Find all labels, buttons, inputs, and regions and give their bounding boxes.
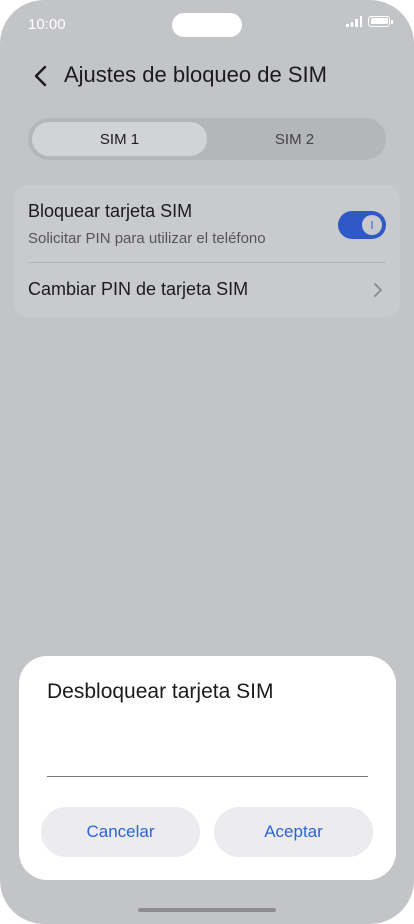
- battery-icon: [368, 15, 393, 27]
- cancel-button[interactable]: Cancelar: [41, 807, 200, 857]
- phone-screen: 10:00 Ajustes de bloqueo de SIM SIM 1 SI…: [0, 0, 414, 924]
- camera-notch: [172, 13, 242, 37]
- pin-input[interactable]: [47, 736, 368, 777]
- sim-selector: SIM 1 SIM 2: [28, 118, 386, 160]
- back-button[interactable]: [28, 62, 56, 90]
- lock-sim-toggle[interactable]: [338, 211, 386, 239]
- settings-card: Bloquear tarjeta SIM Solicitar PIN para …: [14, 185, 400, 317]
- back-arrow-icon: [34, 65, 47, 87]
- tab-sim-2[interactable]: SIM 2: [207, 122, 382, 156]
- status-icons: [346, 15, 393, 27]
- change-pin-row[interactable]: Cambiar PIN de tarjeta SIM: [28, 263, 386, 317]
- page-title: Ajustes de bloqueo de SIM: [64, 62, 327, 87]
- dialog-title: Desbloquear tarjeta SIM: [47, 680, 274, 703]
- home-indicator[interactable]: [138, 908, 276, 912]
- accept-button[interactable]: Aceptar: [214, 807, 373, 857]
- lock-sim-subtitle: Solicitar PIN para utilizar el teléfono: [28, 230, 266, 247]
- signal-icon: [346, 15, 362, 27]
- status-time: 10:00: [28, 16, 66, 33]
- change-pin-title: Cambiar PIN de tarjeta SIM: [28, 279, 249, 299]
- unlock-sim-dialog: Desbloquear tarjeta SIM Cancelar Aceptar: [19, 656, 396, 880]
- status-bar: 10:00: [0, 0, 414, 48]
- header: Ajustes de bloqueo de SIM: [0, 52, 414, 100]
- tab-sim-1[interactable]: SIM 1: [32, 122, 207, 156]
- chevron-right-icon: [374, 283, 382, 297]
- toggle-knob: [362, 215, 382, 235]
- lock-sim-title: Bloquear tarjeta SIM: [28, 201, 193, 221]
- lock-sim-row[interactable]: Bloquear tarjeta SIM Solicitar PIN para …: [28, 201, 386, 261]
